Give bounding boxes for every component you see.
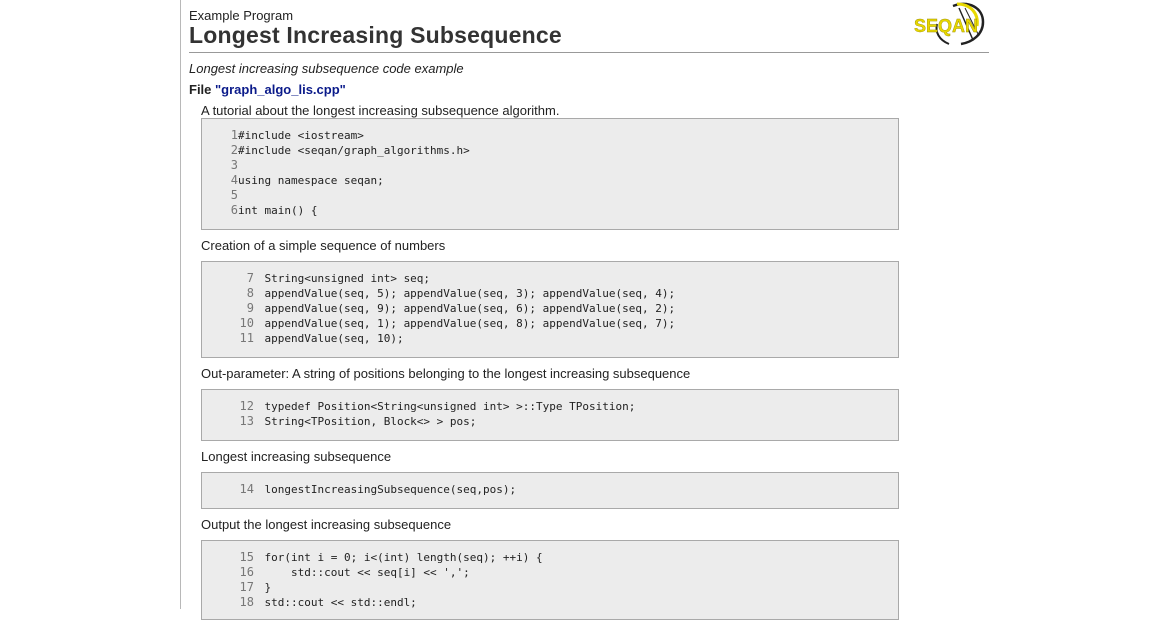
source-code: for(int i = 0; i<(int) length(seq); ++i)… [238,551,543,564]
source-code: std::cout << std::endl; [238,596,417,609]
code-line: 7 String<unsigned int> seq; [202,271,898,286]
source-code: appendValue(seq, 10); [238,332,404,345]
code-line: 17 } [202,580,898,595]
seqan-logo-icon: SEQAN [914,2,985,46]
code-line: 8 appendValue(seq, 5); appendValue(seq, … [202,286,898,301]
page-kicker: Example Program [189,8,294,23]
code-line: 18 std::cout << std::endl; [202,595,898,610]
code-block: 15 for(int i = 0; i<(int) length(seq); +… [201,540,899,620]
line-number: 1 [230,128,238,142]
code-line: 16 std::cout << seq[i] << ','; [202,565,898,580]
section-description: Creation of a simple sequence of numbers [201,238,446,253]
line-number: 3 [230,158,238,172]
code-line: 12 typedef Position<String<unsigned int>… [202,399,898,414]
code-line: 13 String<TPosition, Block<> > pos; [202,414,898,429]
source-code: longestIncreasingSubsequence(seq,pos); [238,483,517,496]
line-number: 6 [230,203,238,217]
section-description: Longest increasing subsequence [201,449,392,464]
source-code: appendValue(seq, 5); appendValue(seq, 3)… [238,287,676,300]
logo-text: SEQAN [914,16,978,36]
line-number: 2 [230,143,238,157]
code-line: 4 using namespace seqan; [202,173,898,188]
page-header: Example Program Longest Increasing Subse… [189,0,989,53]
code-line: 5 [202,188,898,203]
source-code: typedef Position<String<unsigned int> >:… [238,400,636,413]
file-name-link[interactable]: "graph_algo_lis.cpp" [215,82,346,97]
source-code: appendValue(seq, 1); appendValue(seq, 8)… [238,317,676,330]
code-line: 2 #include <seqan/graph_algorithms.h> [202,143,898,158]
source-code: #include <seqan/graph_algorithms.h> [238,144,470,157]
seqan-logo[interactable]: SEQAN [913,0,989,46]
section-description: Output the longest increasing subsequenc… [201,517,452,532]
source-code: appendValue(seq, 9); appendValue(seq, 6)… [238,302,676,315]
left-border-rule [180,0,181,609]
source-code: } [238,581,272,594]
code-line: 3 [202,158,898,173]
code-line: 1 #include <iostream> [202,128,898,143]
code-block: 1 #include <iostream> 2 #include <seqan/gra… [201,118,899,230]
code-block: 12 typedef Position<String<unsigned int>… [201,389,899,441]
code-line: 6 int main() { [202,203,898,218]
source-code: int main() { [238,204,318,217]
source-code: String<TPosition, Block<> > pos; [238,415,477,428]
code-line: 15 for(int i = 0; i<(int) length(seq); +… [202,550,898,565]
code-line: 14 longestIncreasingSubsequence(seq,pos)… [202,482,898,497]
source-code: using namespace seqan; [238,174,384,187]
code-block: 14 longestIncreasingSubsequence(seq,pos)… [201,472,899,509]
file-line: File "graph_algo_lis.cpp" [189,82,346,97]
code-line: 10 appendValue(seq, 1); appendValue(seq,… [202,316,898,331]
code-block: 7 String<unsigned int> seq; 8 appendValue… [201,261,899,358]
source-code: String<unsigned int> seq; [238,272,431,285]
section-description: A tutorial about the longest increasing … [201,103,560,118]
source-code: #include <iostream> [238,129,364,142]
line-number: 5 [230,188,238,202]
file-label: File [189,82,216,97]
program-summary: Longest increasing subsequence code exam… [189,61,464,76]
section-description: Out-parameter: A string of positions bel… [201,366,691,381]
source-code: std::cout << seq[i] << ','; [238,566,470,579]
code-line: 11 appendValue(seq, 10); [202,331,898,346]
line-number: 4 [230,173,238,187]
code-line: 9 appendValue(seq, 9); appendValue(seq, … [202,301,898,316]
page-title: Longest Increasing Subsequence [189,22,562,48]
